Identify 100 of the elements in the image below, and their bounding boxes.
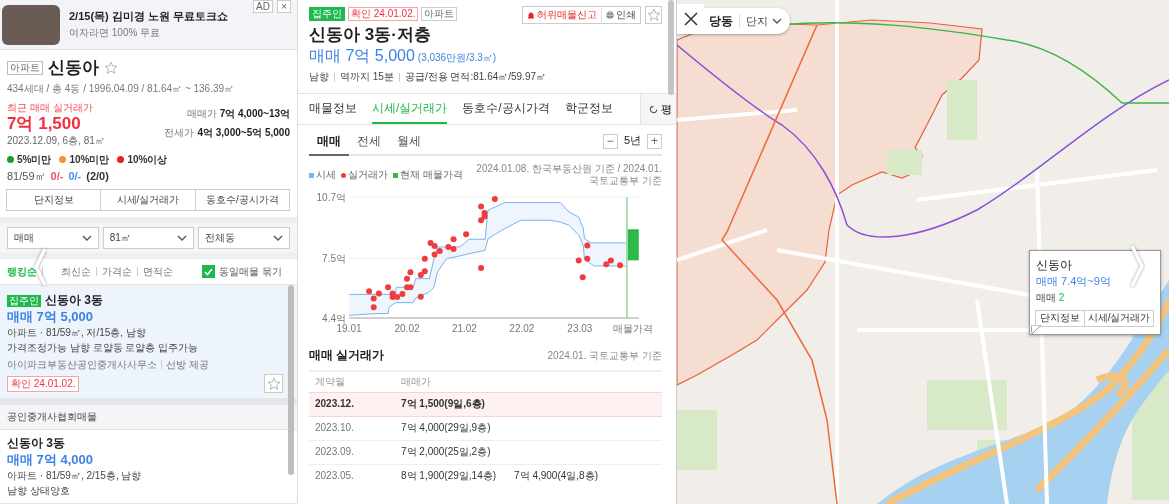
recent-deal-detail: 2023.12.09, 6층, 81㎡ bbox=[7, 134, 105, 147]
listing-card[interactable]: 집주인 신동아 3동 매매 7억 5,000 아파트 · 81/59㎡, 저/15층, 남향 가격조정가능 남향 로얄동 로얄층 입주가능 아이파크부동산공인중개사사무소 선방 제공 확인 24.01.02. bbox=[0, 285, 297, 399]
axis-label: 매물가격 bbox=[613, 323, 654, 334]
data-source: 2024.01.08. 한국부동산원 기준 / 2024.01. 국토교통부 기준 bbox=[475, 163, 662, 187]
verified-label: 확인 24.01.02. bbox=[348, 7, 419, 21]
deal-type-tab[interactable]: 매매 bbox=[309, 128, 349, 156]
deal-price: 7억 4,000(29일,9층) bbox=[401, 422, 491, 433]
listing-fact: 공급/전용 면적:81.64㎡/59.97㎡ bbox=[404, 70, 547, 84]
filter-dropdown[interactable]: 단지 bbox=[746, 13, 782, 29]
filter-dropdown[interactable]: 매매 bbox=[7, 227, 99, 249]
owner-label: 집주인 bbox=[7, 294, 41, 307]
listing-spec: 아파트 · 81/59㎡, 2/15층, 남향 bbox=[7, 469, 143, 483]
price-range-label: 전세가 bbox=[164, 127, 195, 138]
deal-point bbox=[370, 304, 377, 311]
recent-price: 7억 1,500 bbox=[7, 114, 82, 134]
section-title: 매매 실거래가 bbox=[309, 347, 385, 363]
detail-tab[interactable]: 학군정보 bbox=[564, 94, 613, 124]
popup-count-label: 매매 bbox=[1036, 291, 1056, 303]
ad-title: 2/15(목) 김미경 노원 무료토크쇼 bbox=[69, 10, 228, 24]
deal-point bbox=[584, 255, 591, 262]
table-row[interactable]: 2023.05. 8억 1,900(29일,14층) 7억 4,900(4일,8층) bbox=[309, 464, 662, 488]
listing-description: 남향 상태양호 bbox=[7, 484, 71, 498]
axis-label: 19.01 bbox=[336, 323, 362, 334]
property-type-label: 아파트 bbox=[7, 61, 43, 75]
scrollbar-thumb[interactable] bbox=[668, 0, 674, 95]
listing-title: 신동아 3동 bbox=[45, 293, 103, 308]
price-range-value: 4억 3,000~5억 5,000 bbox=[197, 127, 290, 138]
listing-fact: 역까지 15분 bbox=[340, 70, 394, 84]
deal-type-tab[interactable]: 월세 bbox=[389, 128, 429, 156]
recent-price-label: 최근 매매 실거래가 bbox=[7, 101, 94, 114]
popup-title: 신동아 bbox=[1036, 258, 1073, 273]
filter-dropdown[interactable]: 81㎡ bbox=[102, 227, 195, 249]
siren-icon bbox=[527, 11, 535, 19]
chevron-down-icon bbox=[177, 235, 188, 241]
complex-tab-button[interactable]: 동호수/공시가격 bbox=[194, 189, 290, 211]
table-row[interactable]: 2023.10. 7억 4,000(29일,9층) bbox=[309, 416, 662, 440]
favorite-button[interactable] bbox=[645, 6, 662, 24]
popup-button[interactable]: 단지정보 bbox=[1035, 309, 1086, 327]
deal-point bbox=[417, 293, 424, 300]
table-row[interactable]: 2023.09. 7억 2,000(25일,2층) bbox=[309, 440, 662, 464]
unit-price: (3,036만원/3.3㎡) bbox=[417, 51, 497, 65]
ad-subtitle: 여자라면 100% 무료 bbox=[69, 26, 162, 39]
area-text: 81/59㎡ bbox=[7, 170, 46, 183]
detail-tab[interactable]: 매물정보 bbox=[309, 94, 357, 124]
sort-tab[interactable]: 면적순 bbox=[138, 264, 178, 279]
listing-price: 매매 7억 5,000 bbox=[309, 46, 415, 66]
deal-type-tab[interactable]: 전세 bbox=[349, 128, 389, 156]
listing-count: (2/0) bbox=[86, 170, 109, 183]
chevron-down-icon bbox=[81, 235, 92, 241]
data-source: 2024.01. 국토교통부 기준 bbox=[547, 349, 662, 363]
legend-label: 10%미만 bbox=[69, 153, 110, 166]
listing-title: 신동아 3동·저층 bbox=[309, 24, 432, 46]
table-cell: 2023.10. bbox=[309, 416, 395, 440]
listing-price: 매매 7억 4,000 bbox=[7, 451, 94, 468]
refresh-icon bbox=[649, 104, 658, 114]
detail-tab[interactable]: 동호수/공시가격 bbox=[462, 94, 550, 124]
scrollbar-thumb[interactable] bbox=[288, 285, 294, 475]
column-header: 계약월 bbox=[309, 372, 395, 392]
plus-button[interactable]: + bbox=[647, 133, 662, 149]
close-button[interactable] bbox=[677, 4, 704, 34]
checkbox-label: 동일매물 묶기 bbox=[219, 265, 282, 278]
region-name: 당동 bbox=[709, 13, 733, 29]
popup-button[interactable]: 시세/실거래가 bbox=[1084, 309, 1154, 327]
favorite-button[interactable] bbox=[264, 374, 283, 393]
minus-button[interactable]: − bbox=[602, 133, 618, 149]
complex-tab-button[interactable]: 시세/실거래가 bbox=[100, 189, 196, 211]
deal-point bbox=[584, 242, 591, 249]
deal-point bbox=[478, 265, 485, 272]
table-cell: 2023.05. bbox=[309, 464, 395, 488]
deal-point bbox=[491, 195, 498, 202]
legend-label: 실거래가 bbox=[348, 169, 388, 181]
listing-count: 0/- bbox=[50, 170, 64, 183]
ad-banner[interactable]: 2/15(목) 김미경 노원 무료토크쇼 여자라면 100% 무료 AD × bbox=[0, 0, 297, 50]
listing-spec: 아파트 · 81/59㎡, 저/15층, 남향 bbox=[7, 326, 147, 340]
listing-description: 가격조정가능 남향 로얄동 로얄층 입주가능 bbox=[7, 341, 200, 355]
listing-price: 매매 7억 5,000 bbox=[7, 308, 94, 325]
sort-tab[interactable]: 최신순 bbox=[43, 264, 96, 279]
section-header: 공인중개사협회매물 bbox=[0, 399, 297, 430]
chevron-down-icon bbox=[772, 18, 782, 24]
star-icon[interactable] bbox=[104, 61, 118, 75]
checkbox[interactable] bbox=[202, 265, 216, 278]
axis-label: 7.5억 bbox=[322, 252, 346, 264]
axis-label: 23.03 bbox=[567, 323, 593, 334]
complex-name: 신동아 bbox=[48, 58, 99, 78]
deal-price: 7억 4,900(4일,8층) bbox=[514, 470, 598, 482]
owner-label: 집주인 bbox=[309, 7, 345, 21]
filter-dropdown[interactable]: 전체동 bbox=[198, 227, 290, 249]
unit-toggle-button[interactable]: 평 bbox=[640, 94, 676, 124]
complex-tab-button[interactable]: 단지정보 bbox=[6, 189, 102, 211]
type-label: 아파트 bbox=[421, 7, 458, 21]
popup-price: 매매 7.4억~9억 bbox=[1036, 275, 1112, 289]
legend-label: 10%이상 bbox=[127, 153, 168, 166]
sort-tab[interactable]: 가격순 bbox=[97, 264, 137, 279]
axis-label: 22.02 bbox=[509, 323, 535, 334]
close-button[interactable]: × bbox=[277, 0, 291, 13]
complex-info: 434세대 / 총 4동 / 1996.04.09 / 81.64㎡ ~ 136.39㎡ bbox=[7, 82, 236, 95]
legend-label: 현재 매물가격 bbox=[400, 169, 463, 181]
deal-point bbox=[579, 274, 586, 281]
listing-fact: 남향 bbox=[309, 70, 329, 84]
chevron-down-icon bbox=[273, 235, 283, 241]
